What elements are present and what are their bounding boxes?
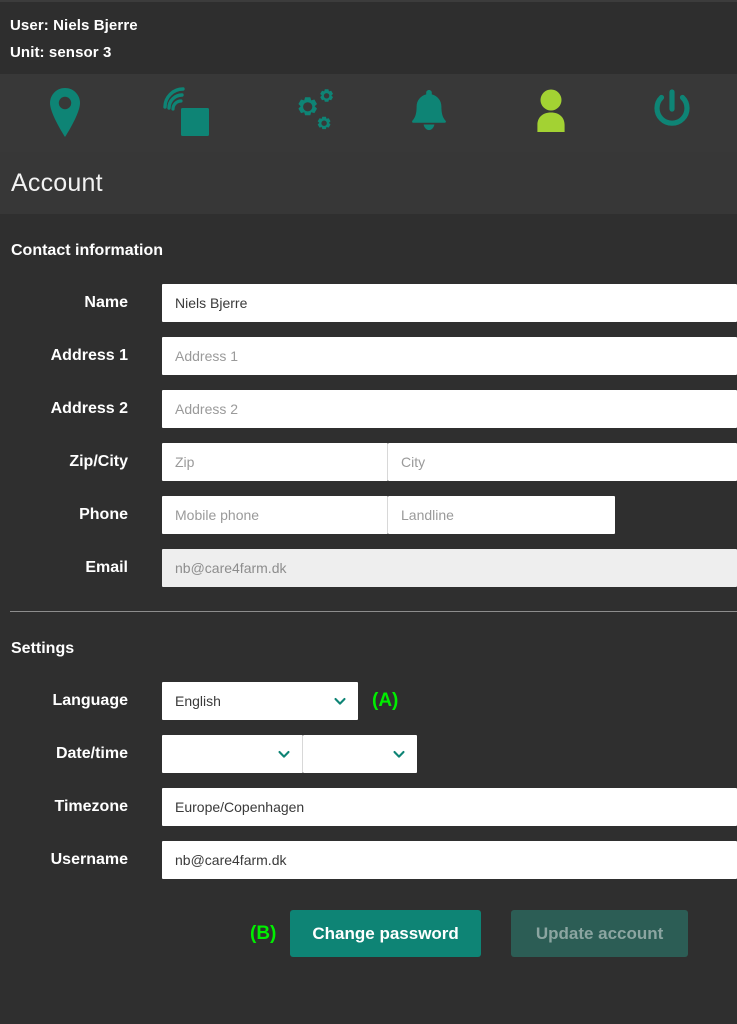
city-input[interactable] <box>388 442 737 481</box>
contact-information-heading: Contact information <box>11 242 163 259</box>
mobile-phone-input[interactable] <box>162 495 388 534</box>
language-field-group: English (A) <box>162 681 737 720</box>
zip-input[interactable] <box>162 442 388 481</box>
email-input[interactable] <box>162 548 737 587</box>
datetime-label: Date/time <box>55 744 128 762</box>
page-title: Account <box>11 168 103 197</box>
account-form: Contact information Name Address 1 Addre… <box>0 214 737 957</box>
annotation-b: (B) <box>250 922 277 944</box>
address2-label: Address 2 <box>50 399 128 417</box>
form-row-name: Name <box>0 276 737 329</box>
form-row-phone: Phone <box>0 488 737 541</box>
annotation-a: (A) <box>372 689 399 711</box>
time-format-select[interactable] <box>303 734 417 773</box>
change-password-button[interactable]: Change password <box>290 910 481 957</box>
location-pin-icon <box>46 87 84 139</box>
email-field-group <box>162 548 737 587</box>
user-info-bar: User: Niels Bjerre Unit: sensor 3 <box>0 0 737 74</box>
gears-icon <box>279 87 337 139</box>
name-label: Name <box>84 293 128 311</box>
zipcity-field-group <box>162 442 737 481</box>
zipcity-label: Zip/City <box>69 452 128 470</box>
datetime-field-group <box>162 734 737 773</box>
phone-label: Phone <box>79 505 128 523</box>
username-field-group <box>162 840 737 879</box>
bell-icon <box>408 87 450 139</box>
person-icon <box>531 87 571 139</box>
username-label: Username <box>50 850 128 868</box>
address1-label: Address 1 <box>50 346 128 364</box>
phone-field-group <box>162 495 737 534</box>
nav-item-location[interactable] <box>19 74 111 152</box>
power-icon <box>650 87 694 139</box>
timezone-field-group <box>162 787 737 826</box>
language-label: Language <box>52 691 128 709</box>
name-field-group <box>162 283 737 322</box>
chevron-down-icon <box>333 694 347 708</box>
address1-field-group <box>162 336 737 375</box>
form-row-timezone: Timezone <box>0 780 737 833</box>
unit-name-line: Unit: sensor 3 <box>10 44 112 61</box>
form-row-zipcity: Zip/City <box>0 435 737 488</box>
nav-item-account[interactable] <box>505 74 597 152</box>
form-row-address1: Address 1 <box>0 329 737 382</box>
nav-item-settings[interactable] <box>262 74 354 152</box>
account-actions: (B) Change password Update account <box>0 886 737 957</box>
page-title-band: Account <box>0 152 737 214</box>
chevron-down-icon <box>392 747 406 761</box>
address1-input[interactable] <box>162 336 737 375</box>
timezone-input[interactable] <box>162 787 737 826</box>
language-select[interactable]: English <box>162 681 358 720</box>
settings-heading: Settings <box>11 640 75 657</box>
name-input[interactable] <box>162 283 737 322</box>
nav-item-unit[interactable] <box>140 74 232 152</box>
nav-item-alarms[interactable] <box>383 74 475 152</box>
email-label: Email <box>85 558 128 576</box>
address2-field-group <box>162 389 737 428</box>
address2-input[interactable] <box>162 389 737 428</box>
timezone-label: Timezone <box>54 797 129 815</box>
language-select-value: English <box>175 692 221 709</box>
form-row-email: Email <box>0 541 737 594</box>
form-row-language: Language English (A) <box>0 674 737 727</box>
sensor-signal-icon <box>159 87 213 139</box>
form-row-address2: Address 2 <box>0 382 737 435</box>
form-row-datetime: Date/time <box>0 727 737 780</box>
username-input[interactable] <box>162 840 737 879</box>
date-format-select[interactable] <box>162 734 303 773</box>
main-nav-bar <box>0 74 737 152</box>
form-row-username: Username <box>0 833 737 886</box>
user-name-line: User: Niels Bjerre <box>10 17 138 34</box>
update-account-button[interactable]: Update account <box>510 910 689 957</box>
landline-input[interactable] <box>388 495 615 534</box>
nav-item-logout[interactable] <box>626 74 718 152</box>
chevron-down-icon <box>277 747 291 761</box>
